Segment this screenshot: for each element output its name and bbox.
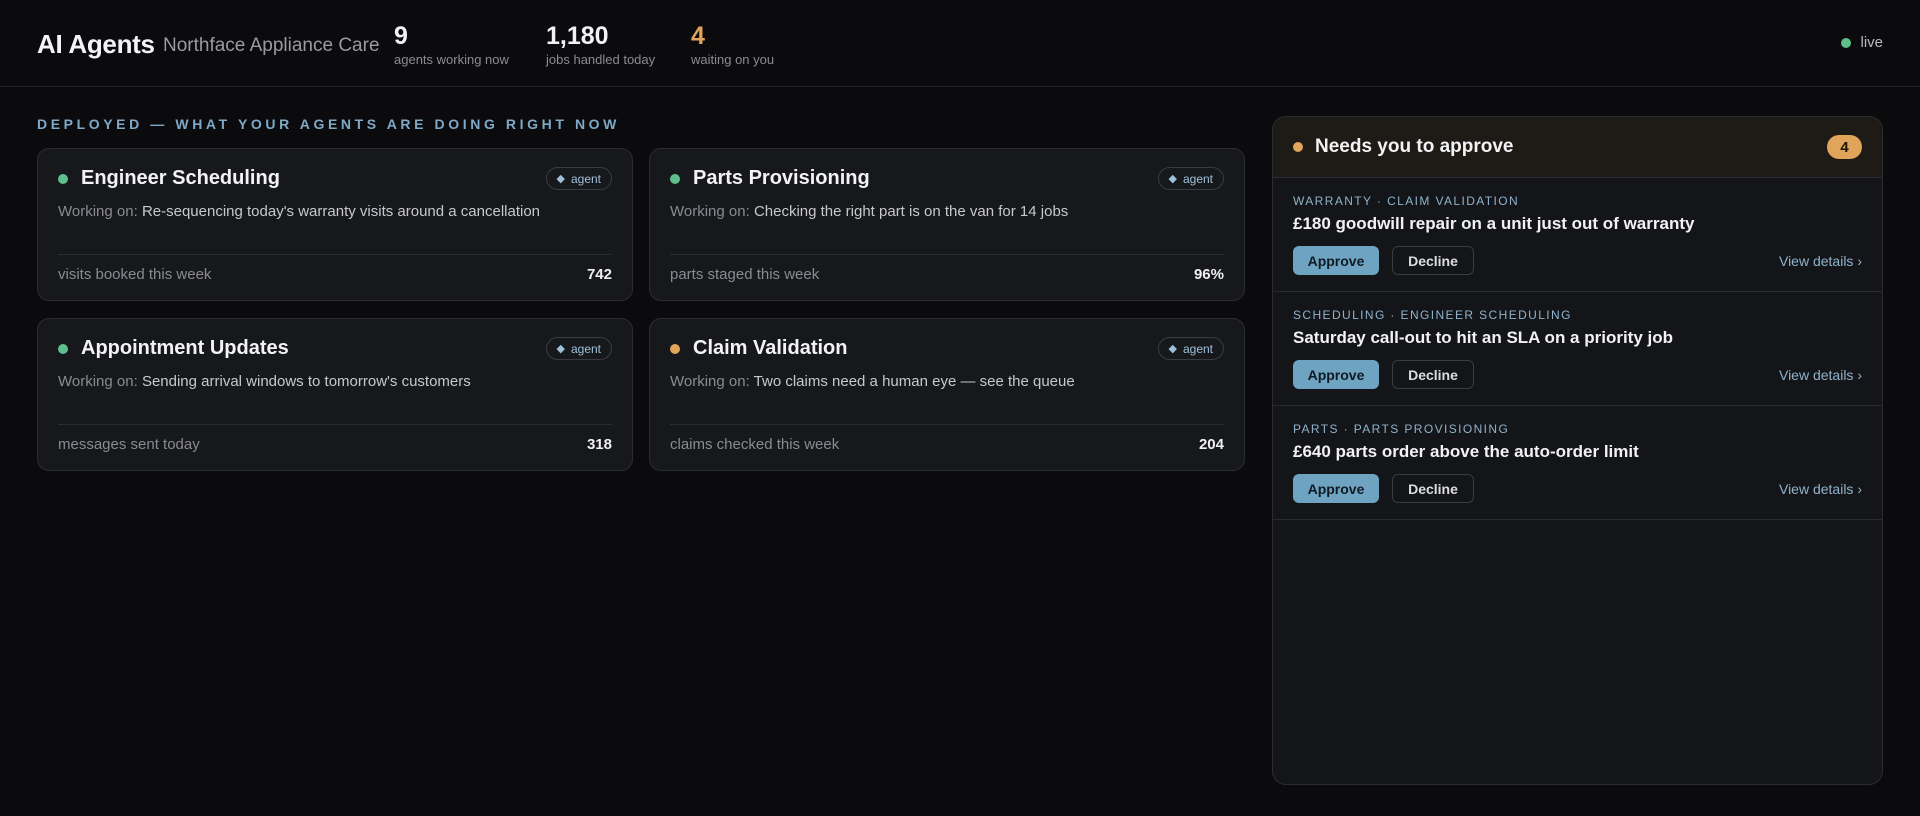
- metric-label: messages sent today: [58, 436, 200, 453]
- approvals-panel-header: Needs you to approve 4: [1273, 117, 1882, 178]
- stat-label: waiting on you: [691, 52, 775, 67]
- approvals-panel: Needs you to approve 4 WARRANTY · CLAIM …: [1272, 116, 1883, 785]
- diamond-icon: ◆: [556, 343, 565, 355]
- working-prefix: Working on:: [58, 373, 138, 390]
- company-name: Northface Appliance Care: [163, 35, 380, 56]
- agent-card-engineer-scheduling[interactable]: Engineer Scheduling ◆ agent Working on: …: [37, 148, 633, 301]
- working-text: Sending arrival windows to tomorrow's cu…: [141, 373, 471, 390]
- status-dot-icon: [58, 343, 68, 354]
- metric-value: 742: [586, 266, 612, 283]
- page-title: AI Agents: [37, 29, 155, 59]
- view-details-link[interactable]: View details ›: [1779, 481, 1862, 497]
- working-prefix: Working on:: [58, 203, 138, 220]
- agent-name: Engineer Scheduling: [81, 167, 280, 189]
- decline-button[interactable]: Decline: [1392, 246, 1474, 275]
- approval-item: WARRANTY · CLAIM VALIDATION £180 goodwil…: [1273, 178, 1882, 292]
- approval-summary: Saturday call-out to hit an SLA on a pri…: [1293, 328, 1674, 347]
- diamond-icon: ◆: [1168, 343, 1177, 355]
- metric-value: 96%: [1193, 266, 1224, 283]
- approvals-count-badge: 4: [1827, 135, 1862, 159]
- live-indicator: live: [1841, 34, 1883, 51]
- section-title: DEPLOYED — WHAT YOUR AGENTS ARE DOING RI…: [37, 116, 620, 132]
- agent-working-on: Working on: Sending arrival windows to t…: [58, 373, 471, 390]
- diamond-icon: ◆: [1168, 173, 1177, 185]
- live-label: live: [1860, 34, 1883, 51]
- badge-label: agent: [1182, 171, 1213, 186]
- working-text: Re-sequencing today's warranty visits ar…: [141, 203, 541, 220]
- stat-value: 9: [394, 22, 408, 50]
- stat-jobs-handled: 1,180 jobs handled today: [546, 22, 655, 67]
- approval-tag: SCHEDULING · ENGINEER SCHEDULING: [1293, 308, 1572, 322]
- agent-badge: ◆ agent: [1157, 167, 1224, 190]
- top-bar: AI Agents Northface Appliance Care 9 age…: [0, 0, 1920, 87]
- stat-agents-working: 9 agents working now: [394, 22, 509, 67]
- view-details-link[interactable]: View details ›: [1779, 367, 1862, 383]
- divider: [670, 424, 1224, 425]
- agent-card-parts-provisioning[interactable]: Parts Provisioning ◆ agent Working on: C…: [649, 148, 1245, 301]
- approvals-title: Needs you to approve: [1315, 136, 1514, 157]
- status-dot-icon: [58, 173, 68, 184]
- stat-waiting-on-you: 4 waiting on you: [691, 22, 774, 67]
- decline-button[interactable]: Decline: [1392, 360, 1474, 389]
- diamond-icon: ◆: [556, 173, 565, 185]
- approval-item: SCHEDULING · ENGINEER SCHEDULING Saturda…: [1273, 292, 1882, 406]
- approval-tag: PARTS · PARTS PROVISIONING: [1293, 422, 1510, 436]
- agent-name: Claim Validation: [693, 337, 848, 359]
- working-prefix: Working on:: [670, 373, 750, 390]
- pending-dot-icon: [1293, 142, 1303, 152]
- badge-label: agent: [570, 171, 601, 186]
- agent-badge: ◆ agent: [545, 167, 612, 190]
- metric-value: 318: [586, 436, 612, 453]
- agent-badge: ◆ agent: [1157, 337, 1224, 360]
- stat-value: 1,180: [546, 22, 609, 50]
- stat-label: agents working now: [394, 52, 509, 67]
- approval-summary: £640 parts order above the auto-order li…: [1293, 442, 1639, 461]
- approval-summary: £180 goodwill repair on a unit just out …: [1293, 214, 1695, 233]
- view-details-link[interactable]: View details ›: [1779, 253, 1862, 269]
- working-prefix: Working on:: [670, 203, 750, 220]
- agent-badge: ◆ agent: [545, 337, 612, 360]
- badge-label: agent: [1182, 341, 1213, 356]
- divider: [670, 254, 1224, 255]
- decline-button[interactable]: Decline: [1392, 474, 1474, 503]
- live-dot-icon: [1841, 37, 1852, 48]
- approve-button[interactable]: Approve: [1293, 246, 1379, 275]
- agent-working-on: Working on: Re-sequencing today's warran…: [58, 203, 540, 220]
- divider: [58, 254, 612, 255]
- agent-working-on: Working on: Checking the right part is o…: [670, 203, 1068, 220]
- metric-label: visits booked this week: [58, 266, 212, 283]
- status-dot-icon: [670, 173, 680, 184]
- working-text: Checking the right part is on the van fo…: [753, 203, 1069, 220]
- badge-label: agent: [570, 341, 601, 356]
- agent-name: Appointment Updates: [81, 337, 289, 359]
- agent-card-appointment-updates[interactable]: Appointment Updates ◆ agent Working on: …: [37, 318, 633, 471]
- stat-label: jobs handled today: [546, 52, 656, 67]
- working-text: Two claims need a human eye — see the qu…: [753, 373, 1075, 390]
- metric-label: claims checked this week: [670, 436, 840, 453]
- stat-value: 4: [691, 22, 705, 50]
- agent-name: Parts Provisioning: [693, 167, 870, 189]
- approval-item: PARTS · PARTS PROVISIONING £640 parts or…: [1273, 406, 1882, 520]
- approve-button[interactable]: Approve: [1293, 360, 1379, 389]
- agent-card-claim-validation[interactable]: Claim Validation ◆ agent Working on: Two…: [649, 318, 1245, 471]
- divider: [58, 424, 612, 425]
- metric-label: parts staged this week: [670, 266, 820, 283]
- agent-working-on: Working on: Two claims need a human eye …: [670, 373, 1075, 390]
- status-dot-icon: [670, 343, 680, 354]
- approve-button[interactable]: Approve: [1293, 474, 1379, 503]
- metric-value: 204: [1198, 436, 1224, 453]
- approval-tag: WARRANTY · CLAIM VALIDATION: [1293, 194, 1520, 208]
